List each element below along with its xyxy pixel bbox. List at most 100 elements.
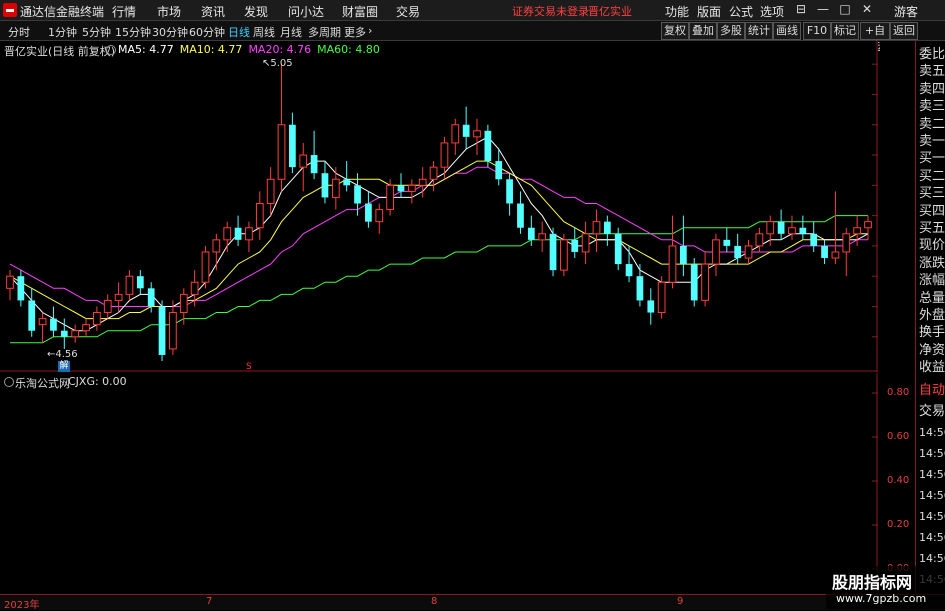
quote-label: 卖四 — [919, 81, 945, 97]
quote-label: 买二 — [919, 168, 945, 184]
panel-tab[interactable]: 交易 — [919, 402, 945, 421]
restore-icon[interactable]: ⊟ — [794, 3, 808, 16]
candle-up — [375, 209, 384, 223]
tab-more[interactable]: 更多 — [344, 24, 366, 40]
adjust-button[interactable]: 复权 — [661, 22, 689, 40]
tab-timeshare[interactable]: 分时 — [8, 24, 30, 40]
candle-down — [821, 245, 828, 259]
unlock-marker[interactable]: 解 — [58, 361, 70, 372]
candle-down — [647, 300, 655, 313]
menu-item-options[interactable]: 选项 — [760, 3, 784, 20]
candle-up — [386, 184, 394, 211]
menu-item-wealth[interactable]: 财富圈 — [342, 3, 378, 20]
indicator-settings-icon[interactable] — [4, 377, 14, 387]
f10-button[interactable]: F10 — [803, 22, 831, 40]
menu-item-discover[interactable]: 发现 — [244, 3, 268, 20]
candle-up — [266, 178, 275, 204]
candle-up — [114, 293, 123, 301]
tab-multi-period[interactable]: 多周期 — [308, 24, 341, 40]
candle-up — [179, 293, 188, 314]
candle-down — [365, 203, 372, 222]
candle-up — [6, 275, 14, 289]
menu-bar: 通达信金融终端 行情 市场 资讯 发现 问小达 财富圈 交易 证券交易未登录 晋… — [0, 0, 945, 21]
candle-up — [712, 239, 720, 265]
overlay-button[interactable]: 叠加 — [689, 22, 717, 40]
tick-time: 14:56 — [919, 468, 945, 481]
candle-up — [71, 330, 80, 338]
candle-up — [853, 227, 862, 235]
menu-item-formula[interactable]: 公式 — [729, 3, 753, 20]
tab-15min[interactable]: 15分钟 — [115, 24, 151, 40]
candle-up — [245, 227, 253, 241]
draw-line-button[interactable]: 画线 — [773, 22, 801, 40]
quote-label: 买一 — [919, 151, 945, 167]
minimize-icon[interactable]: — — [816, 3, 830, 16]
quote-label: 收益 — [919, 360, 945, 376]
candle-up — [103, 299, 112, 314]
watermark-url: www.7gpzb.com — [836, 592, 927, 605]
candle-down — [734, 245, 742, 259]
app-logo-icon — [3, 3, 17, 17]
tab-monthly[interactable]: 月线 — [280, 24, 302, 40]
tab-weekly[interactable]: 周线 — [253, 24, 275, 40]
add-watchlist-button[interactable]: +自选 — [860, 22, 890, 53]
candle-down — [28, 300, 36, 331]
quote-label: 卖三 — [919, 99, 945, 115]
indicator-axis: 0.800.600.400.200.00 — [879, 373, 915, 593]
candlestick-chart[interactable]: 5.055.004.954.904.854.804.754.704.654.60 — [0, 41, 878, 372]
multi-stock-button[interactable]: 多股 — [717, 22, 745, 40]
quote-label: 换手 — [919, 325, 945, 341]
date-label-aug: 8 — [431, 596, 438, 607]
indicator-chart[interactable] — [0, 373, 878, 593]
tab-60min[interactable]: 60分钟 — [189, 24, 225, 40]
candle-down — [777, 221, 785, 234]
tick-time: 14:56 — [919, 447, 945, 460]
candle-up — [473, 130, 481, 138]
maximize-icon[interactable]: □ — [838, 3, 852, 16]
candle-up — [581, 233, 590, 253]
menu-item-trade[interactable]: 交易 — [396, 3, 420, 20]
candle-up — [831, 251, 840, 259]
ma-legend-item: MA5: 4.77 — [118, 43, 174, 56]
menu-item-function[interactable]: 功能 — [665, 3, 689, 20]
candle-up — [657, 281, 666, 314]
candle-down — [571, 239, 579, 252]
candle-down — [158, 306, 166, 355]
watermark-title: 股朋指标网 — [832, 573, 913, 592]
candle-down — [343, 179, 351, 186]
sell-marker[interactable]: S — [246, 362, 252, 372]
ma-legend-item: MA10: 4.77 — [179, 43, 243, 56]
tick-time: 14:56 — [919, 510, 945, 523]
guest-login[interactable]: 游客 — [894, 3, 918, 20]
panel-tab[interactable]: 自动 — [919, 381, 945, 400]
candle-up — [451, 124, 460, 144]
tab-30min[interactable]: 30分钟 — [152, 24, 188, 40]
menu-item-assistant[interactable]: 问小达 — [288, 3, 324, 20]
stats-button[interactable]: 统计 — [745, 22, 773, 40]
mark-button[interactable]: 标记 — [831, 22, 859, 40]
candle-up — [255, 203, 264, 229]
candle-up — [38, 318, 47, 326]
menu-item-layout[interactable]: 版面 — [697, 3, 721, 20]
menu-item-market[interactable]: 行情 — [112, 3, 136, 20]
quote-label: 现价 — [919, 238, 945, 254]
candle-up — [93, 312, 101, 326]
trade-login-notice[interactable]: 证券交易未登录 — [512, 3, 589, 19]
tab-5min[interactable]: 5分钟 — [82, 24, 111, 40]
ma-settings-icon[interactable] — [106, 45, 116, 55]
tab-1min[interactable]: 1分钟 — [48, 24, 77, 40]
candle-down — [810, 233, 818, 246]
menu-item-markets[interactable]: 市场 — [157, 3, 181, 20]
quote-label: 买五 — [919, 221, 945, 236]
chevron-right-icon[interactable]: › — [368, 24, 372, 37]
tab-daily[interactable]: 日线 — [228, 24, 250, 40]
back-button[interactable]: 返回 — [890, 22, 918, 40]
candle-up — [842, 233, 851, 253]
watermark: 股朋指标网 www.7gpzb.com — [826, 566, 945, 609]
candle-down — [625, 264, 633, 277]
candle-up — [864, 221, 872, 229]
close-icon[interactable]: ✕ — [860, 3, 874, 16]
candle-down — [614, 233, 622, 265]
indicator-title: 乐淘公式网 — [15, 377, 70, 390]
menu-item-news[interactable]: 资讯 — [201, 3, 225, 20]
